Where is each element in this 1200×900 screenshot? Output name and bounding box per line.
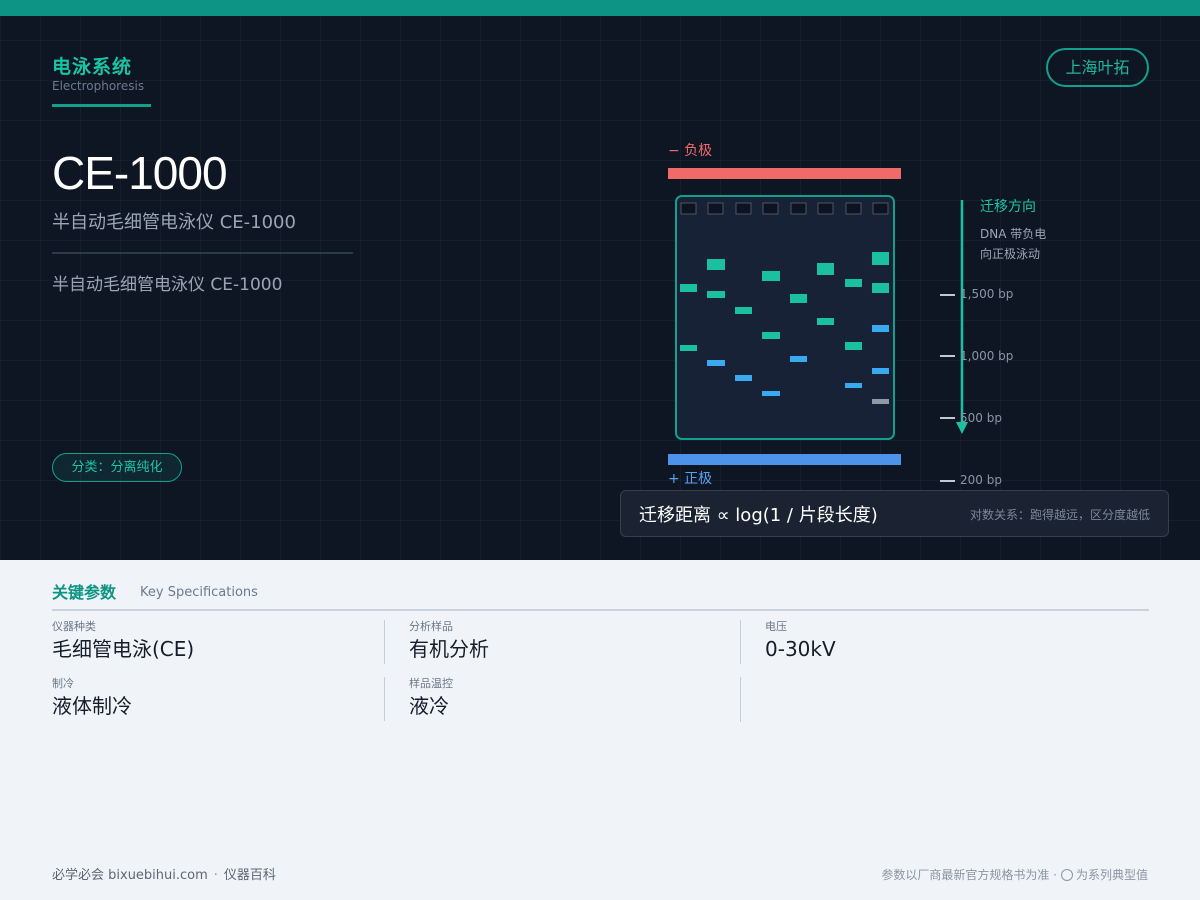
band (735, 307, 752, 314)
gel-electrophoresis-diagram: − 负极 + 正极 迁移方向 DNA 带负电 向正极泳动 1,500 bp 1,… (668, 143, 1046, 487)
direction-title: 迁移方向 (980, 199, 1036, 215)
band (762, 271, 780, 281)
spec-value: 毛细管电泳(CE) (52, 637, 195, 661)
ladder-label-1000: 1,000 bp (960, 349, 1013, 363)
ladder-label-500: 500 bp (960, 411, 1002, 425)
gel-slab (675, 195, 895, 440)
band (707, 360, 725, 366)
specs-divider (52, 609, 1149, 611)
well (680, 202, 697, 215)
negative-electrode-label: − 负极 (668, 143, 712, 159)
specs-title-en: Key Specifications (140, 585, 258, 600)
formula-note: 对数关系：跑得越远，区分度越低 (969, 508, 1150, 522)
band (845, 383, 862, 388)
band (680, 345, 697, 351)
top-accent-bar (0, 0, 1200, 16)
brand-badge[interactable]: 上海叶拓 (1046, 48, 1149, 87)
formula-box: 迁移距离 ∝ log(1 / 片段长度) 对数关系：跑得越远，区分度越低 (620, 490, 1169, 537)
ladder-label-200: 200 bp (960, 473, 1002, 487)
band (762, 332, 780, 339)
band (790, 294, 807, 303)
spec-value: 有机分析 (409, 637, 489, 661)
spec-label: 电压 (765, 620, 787, 633)
band (735, 375, 752, 381)
formula-text: 迁移距离 ∝ log(1 / 片段长度) (639, 505, 878, 526)
well (845, 202, 862, 215)
band (762, 391, 780, 396)
band (845, 279, 862, 287)
category-underline (52, 104, 151, 107)
spec-cell-cooling: 制冷 液体制冷 (52, 677, 382, 721)
direction-note-2: 向正极泳动 (980, 246, 1040, 261)
direction-note-1: DNA 带负电 (980, 227, 1046, 241)
size-ladder: 1,500 bp 1,000 bp 500 bp 200 bp (940, 287, 1013, 487)
spec-value: 液冷 (409, 694, 449, 718)
footer-left: 必学必会 bixuebihui.com · 仪器百科 (52, 864, 276, 883)
band (680, 284, 697, 292)
circle-icon (1060, 869, 1073, 881)
band (872, 283, 889, 293)
spec-cell-empty-divider (740, 677, 741, 722)
band (707, 259, 725, 270)
footer-disclaimer: 参数以厂商最新官方规格书为准 · (881, 868, 1057, 882)
footer-right: 参数以厂商最新官方规格书为准 · 为系列典型值 (881, 866, 1148, 883)
spec-value: 液体制冷 (52, 694, 132, 718)
spec-cell-sample-type: 分析样品 有机分析 (384, 620, 714, 664)
band (707, 291, 725, 298)
band (872, 399, 889, 404)
footer-separator: · (213, 868, 218, 883)
product-model: CE-1000 (52, 147, 228, 199)
ladder-label-1500: 1,500 bp (960, 287, 1013, 301)
positive-electrode-bar (668, 454, 901, 465)
band (872, 252, 889, 265)
footer-typical-note: 为系列典型值 (1075, 868, 1148, 882)
spec-label: 分析样品 (409, 620, 453, 633)
positive-electrode-label: + 正极 (668, 471, 712, 487)
band (790, 356, 807, 362)
spec-label: 仪器种类 (52, 620, 96, 633)
footer-site-link[interactable]: 必学必会 bixuebihui.com (52, 868, 208, 883)
band (817, 263, 834, 275)
specs-title: 关键参数 (52, 583, 117, 602)
product-name: 半自动毛细管电泳仪 CE-1000 (52, 212, 296, 233)
band (872, 325, 889, 332)
spec-cell-instrument-type: 仪器种类 毛细管电泳(CE) (52, 620, 382, 664)
band (872, 368, 889, 374)
product-description: 半自动毛细管电泳仪 CE-1000 (52, 275, 283, 295)
spec-cell-voltage: 电压 0-30kV (740, 620, 1140, 664)
well (707, 202, 724, 215)
hero-panel: 电泳系统 Electrophoresis 上海叶拓 CE-1000 半自动毛细管… (0, 0, 1200, 560)
well (735, 202, 752, 215)
spec-cell-sample-temp: 样品温控 液冷 (384, 677, 714, 721)
band (845, 342, 862, 350)
spec-label: 制冷 (52, 677, 74, 690)
negative-electrode-bar (668, 168, 901, 179)
footer-section-link[interactable]: 仪器百科 (224, 868, 276, 883)
spec-label: 样品温控 (409, 677, 453, 690)
category-title: 电泳系统 (52, 56, 133, 78)
spec-value: 0-30kV (765, 637, 836, 661)
band (817, 318, 834, 325)
well (762, 202, 779, 215)
classification-badge[interactable]: 分类：分离纯化 (52, 453, 182, 482)
well (817, 202, 834, 215)
well (790, 202, 807, 215)
category-subtitle: Electrophoresis (52, 79, 145, 93)
hero-divider (52, 252, 353, 254)
well (872, 202, 889, 215)
